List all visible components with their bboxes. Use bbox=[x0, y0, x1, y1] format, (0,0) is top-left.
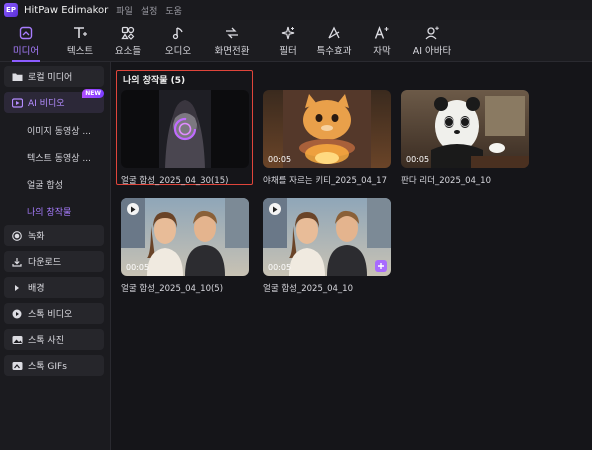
sidebar-item-record[interactable]: 녹화 bbox=[4, 225, 104, 246]
media-card[interactable]: 00:05 야채를 자르는 키티_2025_04_17 bbox=[263, 90, 391, 186]
stock-video-icon bbox=[12, 309, 22, 318]
ai-video-icon bbox=[11, 97, 23, 108]
video-duration: 00:05 bbox=[406, 155, 430, 164]
media-card[interactable]: 00:05 얼굴 합성_2025_04_10(5) bbox=[121, 198, 249, 294]
media-thumbnail: 00:05 bbox=[263, 90, 391, 168]
sidebar-item-stock-photo[interactable]: 스톡 사진 bbox=[4, 329, 104, 350]
tab-elements[interactable]: 요소들 bbox=[106, 20, 150, 62]
sidebar-item-download[interactable]: 다운로드 bbox=[4, 251, 104, 272]
sidebar-item-stock-video[interactable]: 스톡 비디오 bbox=[4, 303, 104, 324]
filter-icon bbox=[281, 26, 295, 40]
subtitle-icon bbox=[374, 26, 389, 39]
loading-spinner-icon bbox=[173, 117, 197, 141]
media-card[interactable]: 00:05 얼굴 합성_2025_04_10 bbox=[263, 198, 391, 294]
tab-transition[interactable]: 화면전환 bbox=[206, 20, 258, 62]
sidebar-item-local-media[interactable]: 로컬 미디어 bbox=[4, 66, 104, 87]
elements-icon bbox=[121, 26, 135, 40]
menu-settings[interactable]: 설정 bbox=[141, 4, 158, 17]
media-card[interactable]: 얼굴 합성_2025_04_30(15) bbox=[121, 90, 249, 186]
tab-filter[interactable]: 필터 bbox=[268, 20, 308, 62]
tab-subtitle[interactable]: 자막 bbox=[362, 20, 402, 62]
media-card[interactable]: 00:05 판다 리더_2025_04_10 bbox=[401, 90, 529, 186]
app-logo: EP bbox=[4, 3, 18, 17]
menu-help[interactable]: 도움 bbox=[165, 4, 182, 17]
play-icon[interactable] bbox=[127, 203, 139, 215]
media-caption: 얼굴 합성_2025_04_10 bbox=[263, 284, 353, 294]
new-badge: NEW bbox=[82, 89, 104, 98]
main-toolbar: 미디어 텍스트 요소들 오디오 화면전환 필터 특수효과 자막 AI 아바타 bbox=[0, 20, 592, 62]
media-icon bbox=[19, 26, 33, 40]
folder-title: 나의 창작물 (5) bbox=[123, 76, 186, 86]
media-thumbnail: 00:05 bbox=[263, 198, 391, 276]
tab-text[interactable]: 텍스트 bbox=[58, 20, 102, 62]
title-bar: EP HitPaw Edimakor 파일 설정 도움 bbox=[0, 0, 592, 20]
video-duration: 00:05 bbox=[268, 155, 292, 164]
audio-icon bbox=[172, 27, 183, 40]
media-library: 나의 창작물 (5) 얼굴 합성_2025_04_30(15) 00:05 야채… bbox=[111, 62, 592, 450]
app-title: HitPaw Edimakor bbox=[24, 4, 109, 16]
sidebar: 로컬 미디어 AI 비디오 NEW 이미지 동영상 ... 텍스트 동영상 ..… bbox=[0, 62, 111, 450]
text-icon bbox=[74, 27, 87, 38]
media-thumbnail: 00:05 bbox=[121, 198, 249, 276]
tab-effects[interactable]: 특수효과 bbox=[308, 20, 360, 62]
add-to-timeline-button[interactable] bbox=[375, 260, 387, 272]
gif-icon bbox=[12, 361, 22, 370]
stock-photo-icon bbox=[12, 335, 22, 344]
video-duration: 00:05 bbox=[268, 263, 292, 272]
caret-right-icon bbox=[15, 284, 19, 291]
sidebar-item-stock-gifs[interactable]: 스톡 GIFs bbox=[4, 355, 104, 376]
media-caption: 판다 리더_2025_04_10 bbox=[401, 176, 491, 186]
tab-ai-avatar[interactable]: AI 아바타 bbox=[406, 20, 458, 62]
media-thumbnail: 00:05 bbox=[401, 90, 529, 168]
download-icon bbox=[12, 257, 22, 267]
media-caption: 야채를 자르는 키티_2025_04_17 bbox=[263, 176, 387, 186]
sidebar-subitem-image-to-video[interactable]: 이미지 동영상 ... bbox=[27, 122, 91, 138]
effects-icon bbox=[328, 26, 340, 39]
tab-media[interactable]: 미디어 bbox=[4, 20, 48, 62]
media-thumbnail bbox=[121, 90, 249, 168]
sidebar-item-ai-video[interactable]: AI 비디오 NEW bbox=[4, 89, 104, 113]
transition-icon bbox=[226, 27, 238, 39]
menu-file[interactable]: 파일 bbox=[116, 4, 133, 17]
sidebar-subitem-text-to-video[interactable]: 텍스트 동영상 ... bbox=[27, 149, 91, 165]
play-icon[interactable] bbox=[269, 203, 281, 215]
record-icon bbox=[12, 230, 22, 241]
media-caption: 얼굴 합성_2025_04_10(5) bbox=[121, 284, 224, 294]
tab-audio[interactable]: 오디오 bbox=[156, 20, 200, 62]
media-caption: 얼굴 합성_2025_04_30(15) bbox=[121, 176, 229, 186]
folder-icon bbox=[12, 73, 22, 81]
ai-avatar-icon bbox=[425, 26, 439, 40]
sidebar-subitem-face-swap[interactable]: 얼굴 합성 bbox=[27, 176, 63, 192]
plus-icon bbox=[378, 263, 384, 269]
sidebar-item-background[interactable]: 배경 bbox=[4, 277, 104, 298]
sidebar-subitem-my-creations[interactable]: 나의 창작물 bbox=[27, 203, 71, 219]
video-duration: 00:05 bbox=[126, 263, 150, 272]
